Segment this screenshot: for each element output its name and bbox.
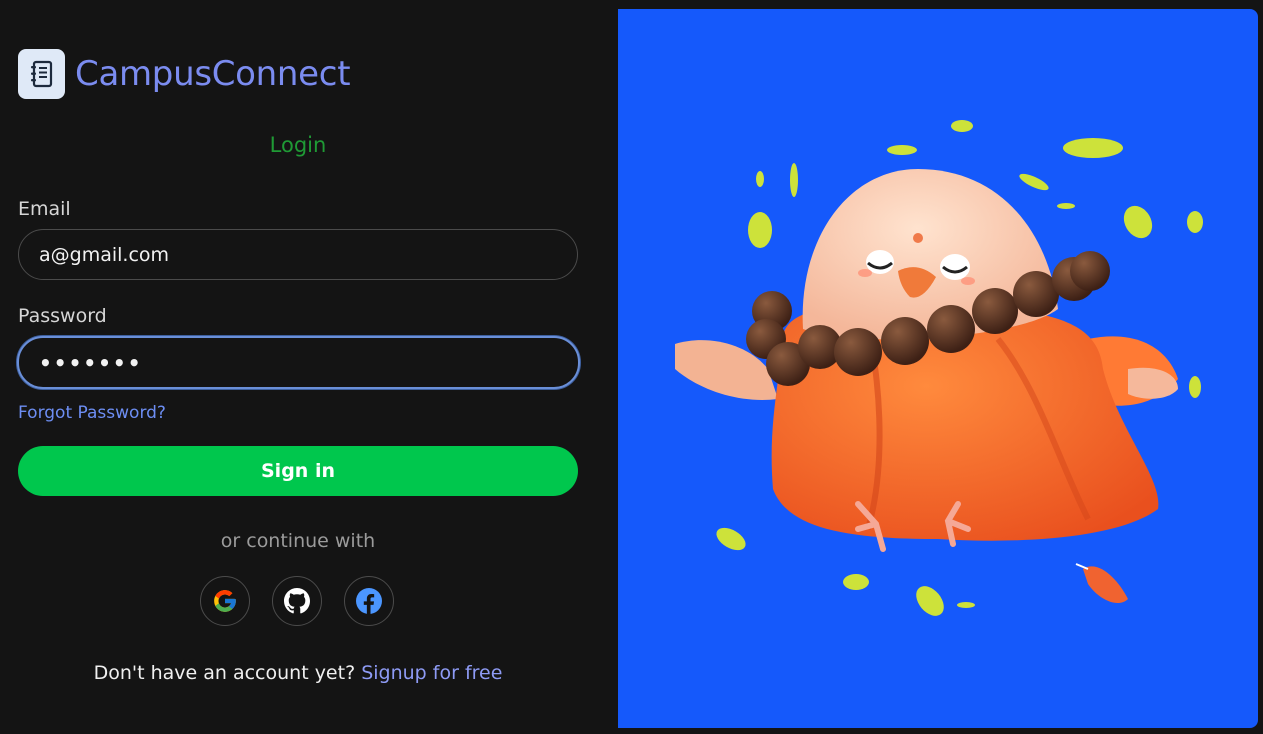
continue-with-label: or continue with [220, 530, 376, 552]
forgot-password-link[interactable]: Forgot Password? [18, 403, 166, 423]
notebook-icon [18, 49, 65, 99]
google-icon [214, 590, 236, 612]
github-icon [284, 588, 310, 614]
login-page: CampusConnect Login Email a@gmail.com Pa… [0, 0, 1263, 734]
facebook-icon [356, 588, 382, 614]
login-panel: CampusConnect Login Email a@gmail.com Pa… [0, 0, 610, 734]
bird-monk-illustration [675, 120, 1203, 616]
password-label: Password [18, 305, 107, 327]
google-login-button[interactable] [200, 576, 250, 626]
github-login-button[interactable] [272, 576, 322, 626]
signup-prompt-text: Don't have an account yet? [93, 662, 356, 684]
illustration-panel [618, 9, 1258, 728]
email-label: Email [18, 198, 71, 220]
sign-in-button[interactable]: Sign in [18, 446, 578, 496]
email-field[interactable]: a@gmail.com [18, 229, 578, 280]
facebook-login-button[interactable] [344, 576, 394, 626]
signup-prompt: Don't have an account yet? Signup for fr… [18, 662, 578, 684]
brand-name: CampusConnect [75, 54, 351, 94]
password-field[interactable]: ••••••• [17, 336, 580, 389]
login-title: Login [269, 133, 327, 157]
brand: CampusConnect [18, 49, 351, 99]
signup-link[interactable]: Signup for free [361, 662, 502, 684]
